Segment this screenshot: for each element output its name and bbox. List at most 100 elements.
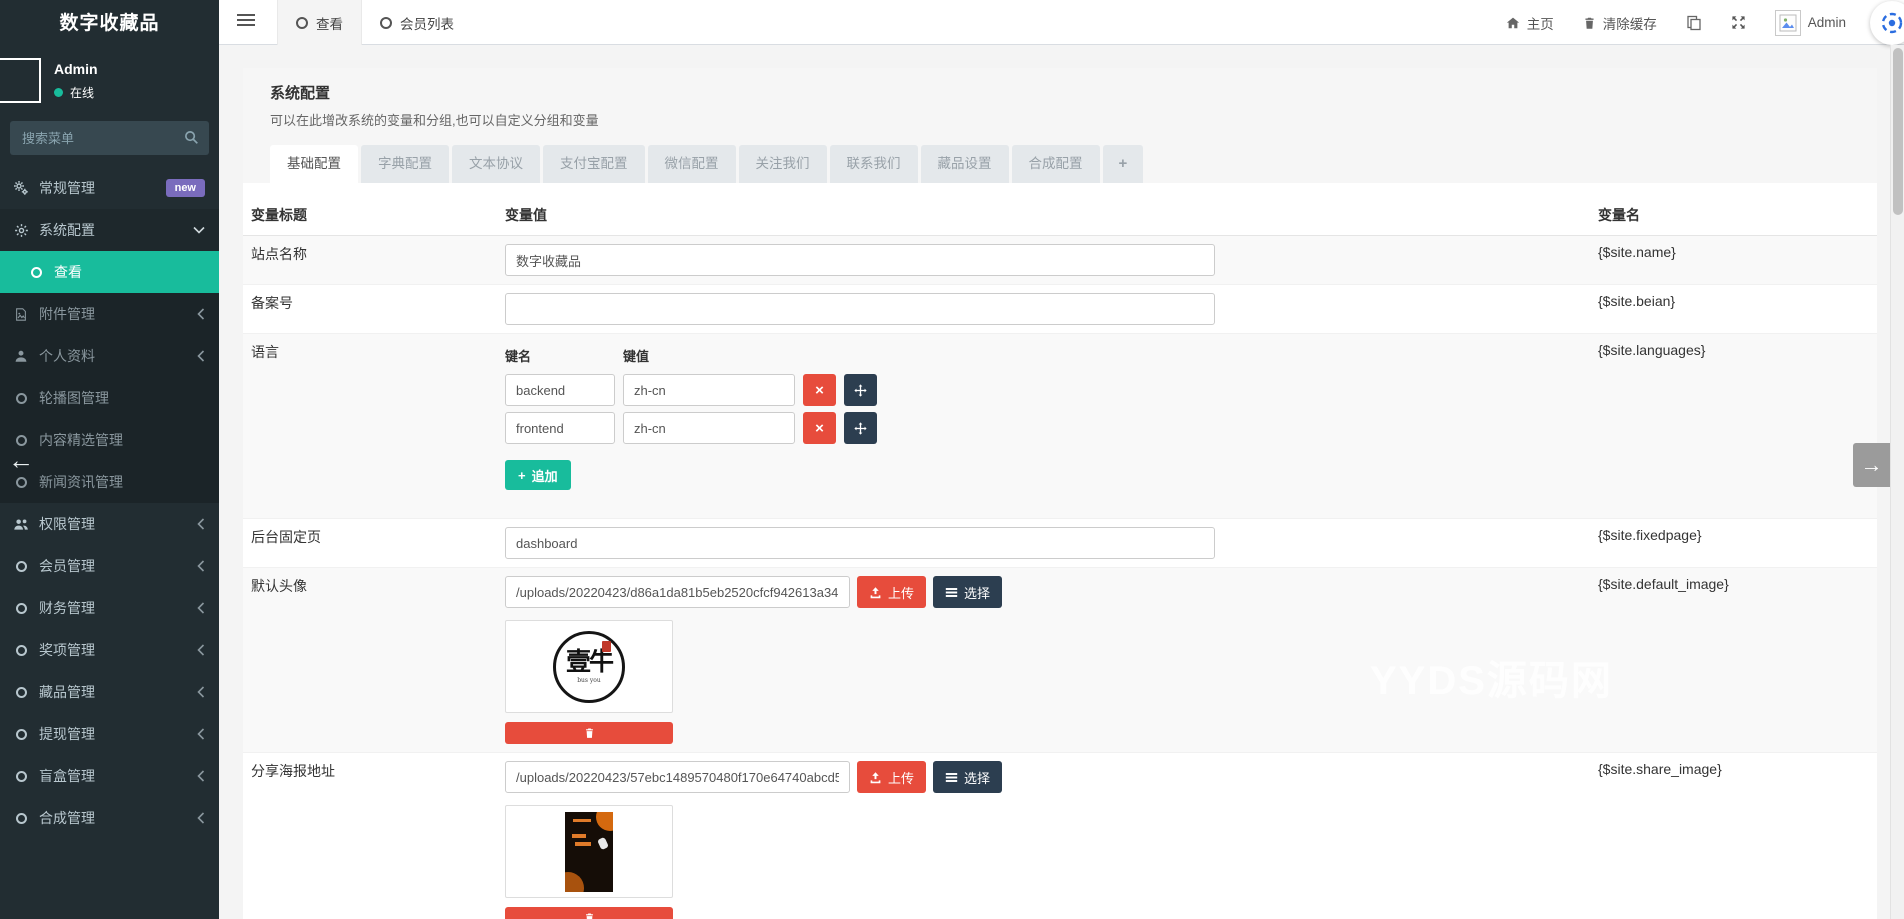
search-icon[interactable] [184, 130, 199, 145]
sidebar-item-members[interactable]: 会员管理 [0, 545, 219, 587]
clear-cache-link[interactable]: 清除缓存 [1583, 13, 1657, 33]
config-tabs: 基础配置 字典配置 文本协议 支付宝配置 微信配置 关注我们 联系我们 藏品设置… [270, 145, 1850, 183]
circle-icon [12, 602, 30, 614]
tab-contact-us[interactable]: 联系我们 [829, 145, 918, 183]
choose-button[interactable]: 选择 [933, 761, 1003, 793]
row-title: 分享海报地址 [243, 752, 497, 919]
sidebar-item-carousel[interactable]: 轮播图管理 [0, 377, 219, 419]
col-header-title: 变量标题 [243, 195, 497, 236]
lang-key-input[interactable] [505, 412, 615, 444]
add-tab-button[interactable]: + [1102, 145, 1144, 183]
upload-label: 上传 [888, 770, 915, 786]
sidebar-item-collections[interactable]: 藏品管理 [0, 671, 219, 713]
tab-dictionary-config[interactable]: 字典配置 [361, 145, 449, 183]
home-link[interactable]: 主页 [1506, 13, 1554, 33]
pages-link[interactable] [1686, 15, 1702, 31]
circle-icon [12, 812, 30, 824]
nav-back-arrow-icon[interactable]: ← [8, 447, 34, 473]
kv-headers: 键名 键值 [505, 346, 1582, 365]
beian-input[interactable] [505, 293, 1215, 325]
tab-synthesis-config[interactable]: 合成配置 [1011, 145, 1100, 183]
nav-next-arrow[interactable]: → [1853, 443, 1890, 487]
user-menu[interactable]: Admin [1774, 9, 1846, 36]
sidebar: 数字收藏品 Admin 在线 常规管理 new 系统配置 [0, 0, 219, 919]
sidebar-item-label: 会员管理 [39, 558, 95, 574]
sidebar-item-view[interactable]: 查看 [0, 251, 219, 293]
row-title: 语言 [243, 333, 497, 519]
choose-button[interactable]: 选择 [933, 576, 1003, 608]
fullscreen-link[interactable] [1731, 15, 1746, 30]
delete-image-button[interactable] [505, 907, 673, 919]
tab-view[interactable]: 查看 [277, 0, 362, 45]
share-image-input[interactable] [505, 761, 850, 793]
trash-icon [1583, 16, 1596, 30]
sidebar-item-system-config[interactable]: 系统配置 [0, 209, 219, 251]
tab-wechat-config[interactable]: 微信配置 [647, 145, 736, 183]
sidebar-toggle-icon[interactable] [237, 14, 255, 26]
move-row-button[interactable] [844, 412, 877, 444]
tab-alipay-config[interactable]: 支付宝配置 [543, 145, 645, 183]
upload-button[interactable]: 上传 [857, 576, 927, 608]
sidebar-item-withdrawals[interactable]: 提现管理 [0, 713, 219, 755]
tab-collection-settings[interactable]: 藏品设置 [920, 145, 1009, 183]
menu-search [10, 121, 209, 155]
scrollbar-thumb[interactable] [1893, 48, 1903, 215]
var-name: {$site.fixedpage} [1590, 518, 1877, 568]
key-header: 键名 [505, 349, 532, 364]
lang-key-input[interactable] [505, 374, 615, 406]
logo-caption: bus you [577, 677, 601, 684]
sidebar-item-profile[interactable]: 个人资料 [0, 335, 219, 377]
sidebar-item-synthesis[interactable]: 合成管理 [0, 797, 219, 839]
tab-follow-us[interactable]: 关注我们 [738, 145, 827, 183]
fixedpage-input[interactable] [505, 527, 1215, 559]
sidebar-item-label: 查看 [54, 264, 82, 280]
move-row-button[interactable] [844, 374, 877, 406]
lang-value-input[interactable] [623, 374, 795, 406]
lang-value-input[interactable] [623, 412, 795, 444]
upload-icon [870, 771, 881, 783]
table-row: 分享海报地址 上传 选择 [243, 752, 1877, 919]
remove-row-button[interactable]: × [803, 412, 836, 444]
sidebar-item-label: 权限管理 [39, 516, 95, 532]
append-button[interactable]: + 追加 [505, 460, 571, 490]
row-title: 备案号 [243, 284, 497, 334]
tab-basic-config[interactable]: 基础配置 [270, 145, 358, 183]
sidebar-item-label: 新闻资讯管理 [39, 474, 123, 490]
var-name: {$site.share_image} [1590, 752, 1877, 919]
sidebar-item-awards[interactable]: 奖项管理 [0, 629, 219, 671]
tab-member-list[interactable]: 会员列表 [362, 0, 472, 45]
circle-icon [380, 16, 392, 29]
users-icon [12, 517, 30, 532]
upload-button[interactable]: 上传 [857, 761, 927, 793]
delete-image-button[interactable] [505, 722, 673, 744]
user-status: 在线 [54, 84, 98, 101]
sidebar-item-finance[interactable]: 财务管理 [0, 587, 219, 629]
tab-text-protocol[interactable]: 文本协议 [452, 145, 540, 183]
remove-row-button[interactable]: × [803, 374, 836, 406]
circle-icon [27, 266, 45, 278]
extension-icon[interactable] [1870, 1, 1904, 45]
move-icon [854, 421, 867, 435]
chevron-left-icon [197, 644, 205, 656]
circle-icon [12, 770, 30, 782]
value-header: 键值 [623, 349, 650, 364]
var-name: {$site.default_image} [1590, 567, 1877, 753]
user-status-label: 在线 [70, 86, 95, 100]
brand-title: 数字收藏品 [59, 13, 160, 34]
table-row: 默认头像 上传 选择 [243, 567, 1877, 753]
topbar-right: 主页 清除缓存 Admin [1506, 0, 1846, 45]
default-image-input[interactable] [505, 576, 850, 608]
sidebar-item-attachments[interactable]: 附件管理 [0, 293, 219, 335]
topbar: 查看 会员列表 主页 清除缓存 Admin [219, 0, 1904, 45]
menu-search-input[interactable] [10, 121, 209, 155]
sidebar-item-label: 内容精选管理 [39, 432, 123, 448]
circle-icon [296, 16, 308, 29]
poster-image [565, 811, 613, 892]
circle-icon [12, 476, 30, 488]
sidebar-item-general[interactable]: 常规管理 new [0, 167, 219, 209]
sidebar-item-blindbox[interactable]: 盲盒管理 [0, 755, 219, 797]
sidebar-item-permissions[interactable]: 权限管理 [0, 503, 219, 545]
sidebar-menu: 常规管理 new 系统配置 查看 附件管理 个人资料 轮播图管理 内容精选管理 … [0, 167, 219, 839]
site-name-input[interactable] [505, 244, 1215, 276]
astronaut-figure [597, 836, 609, 850]
